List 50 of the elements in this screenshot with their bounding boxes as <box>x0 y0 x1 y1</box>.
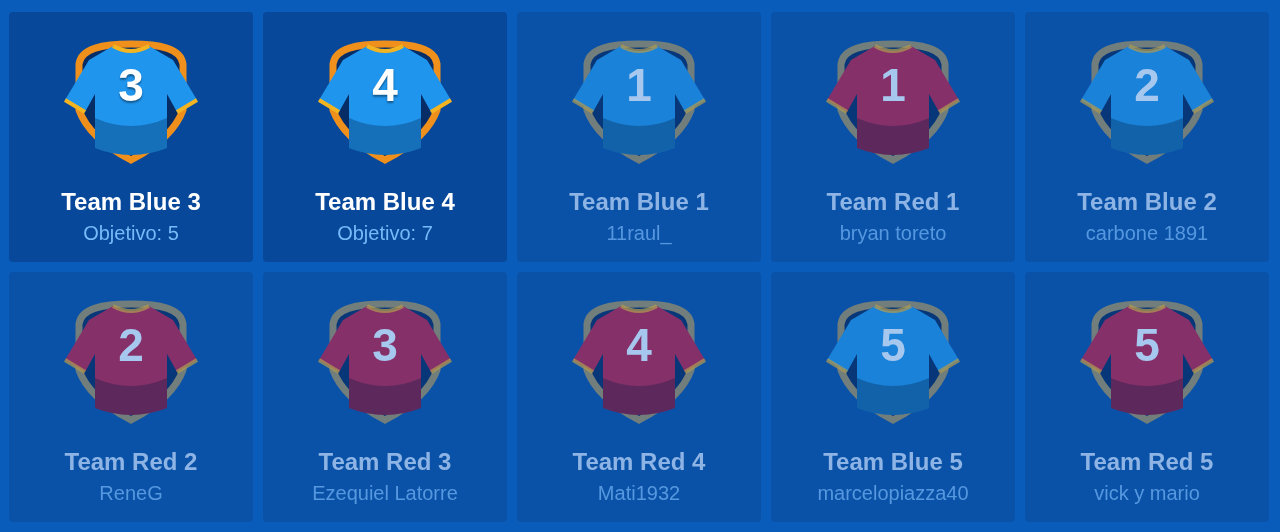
team-name: Team Red 4 <box>572 448 706 476</box>
jersey-badge-icon <box>825 298 961 426</box>
team-name: Team Blue 2 <box>1077 188 1217 216</box>
jersey-number: 4 <box>626 322 652 368</box>
team-card[interactable]: 1 Team Red 1 bryan toreto <box>771 12 1015 262</box>
jersey-badge-icon <box>63 298 199 426</box>
team-subtitle: carbone 1891 <box>1085 222 1209 245</box>
team-card[interactable]: 2 Team Blue 2 carbone 1891 <box>1025 12 1269 262</box>
jersey-number: 3 <box>118 62 144 108</box>
team-card[interactable]: 4 Team Blue 4 Objetivo: 7 <box>263 12 507 262</box>
jersey-badge-icon <box>63 38 199 166</box>
jersey-badge-icon <box>317 38 453 166</box>
jersey-number: 2 <box>118 322 144 368</box>
team-name: Team Blue 5 <box>823 448 963 476</box>
team-subtitle: 11raul_ <box>606 222 672 245</box>
jersey-number: 5 <box>1134 322 1160 368</box>
team-name: Team Blue 3 <box>61 188 201 216</box>
jersey-badge-icon <box>1079 298 1215 426</box>
jersey-badge-icon <box>1079 38 1215 166</box>
team-name: Team Red 3 <box>318 448 452 476</box>
team-name: Team Red 1 <box>826 188 960 216</box>
jersey-badge-icon <box>571 298 707 426</box>
team-subtitle: bryan toreto <box>839 222 947 245</box>
team-card[interactable]: 2 Team Red 2 ReneG <box>9 272 253 522</box>
team-subtitle: Objetivo: 5 <box>83 222 179 245</box>
team-subtitle: Ezequiel Latorre <box>312 482 458 505</box>
team-name: Team Red 2 <box>64 448 198 476</box>
team-name: Team Red 5 <box>1080 448 1214 476</box>
team-card[interactable]: 1 Team Blue 1 11raul_ <box>517 12 761 262</box>
team-subtitle: Objetivo: 7 <box>337 222 433 245</box>
team-subtitle: ReneG <box>99 482 163 505</box>
jersey-badge-icon <box>825 38 961 166</box>
jersey-number: 4 <box>372 62 398 108</box>
jersey-number: 1 <box>626 62 652 108</box>
team-name: Team Blue 4 <box>315 188 455 216</box>
team-card[interactable]: 5 Team Blue 5 marcelopiazza40 <box>771 272 1015 522</box>
team-card[interactable]: 3 Team Red 3 Ezequiel Latorre <box>263 272 507 522</box>
team-subtitle: vick y mario <box>1094 482 1200 505</box>
team-card[interactable]: 5 Team Red 5 vick y mario <box>1025 272 1269 522</box>
team-name: Team Blue 1 <box>569 188 709 216</box>
jersey-badge-icon <box>317 298 453 426</box>
jersey-number: 5 <box>880 322 906 368</box>
team-card[interactable]: 3 Team Blue 3 Objetivo: 5 <box>9 12 253 262</box>
jersey-badge-icon <box>571 38 707 166</box>
jersey-number: 1 <box>880 62 906 108</box>
team-subtitle: marcelopiazza40 <box>817 482 969 505</box>
team-subtitle: Mati1932 <box>597 482 681 505</box>
jersey-number: 2 <box>1134 62 1160 108</box>
jersey-number: 3 <box>372 322 398 368</box>
team-card[interactable]: 4 Team Red 4 Mati1932 <box>517 272 761 522</box>
